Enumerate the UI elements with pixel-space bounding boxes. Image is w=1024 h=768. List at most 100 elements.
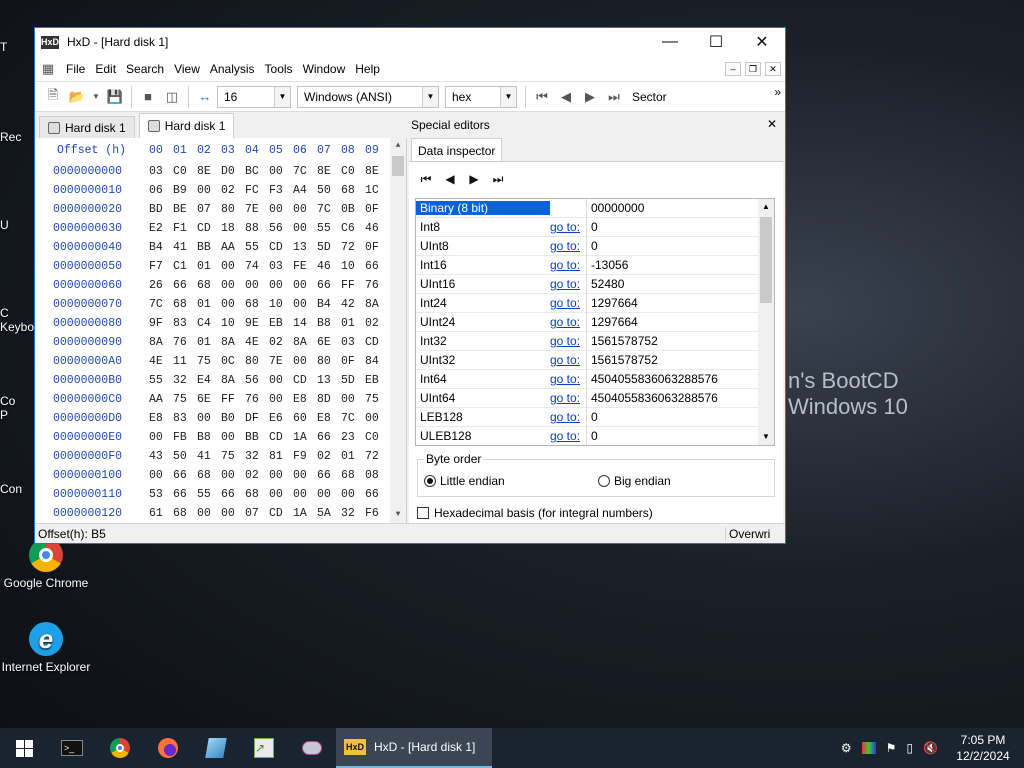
save-icon[interactable]: 💾 (105, 87, 125, 107)
hex-byte[interactable]: EB (269, 317, 293, 330)
inspector-value[interactable]: 1561578752 (586, 350, 774, 370)
hex-byte[interactable]: 55 (149, 374, 173, 387)
hex-byte[interactable]: A4 (293, 184, 317, 197)
previous-sector-icon[interactable]: ◀ (556, 87, 576, 107)
hex-byte[interactable]: B0 (221, 412, 245, 425)
inspector-row[interactable]: Int64 go to: 4504055836063288576 (416, 369, 774, 389)
hex-byte[interactable]: B8 (197, 431, 221, 444)
hex-byte[interactable]: 74 (245, 260, 269, 273)
hex-byte[interactable]: 1A (293, 507, 317, 520)
inspector-value[interactable]: 1297664 (586, 293, 774, 313)
hex-byte[interactable]: E6 (269, 412, 293, 425)
hex-byte[interactable]: 02 (269, 336, 293, 349)
hex-byte[interactable]: 76 (173, 336, 197, 349)
hex-vertical-scrollbar[interactable]: ▲ ▼ (390, 138, 406, 523)
little-endian-radio[interactable]: Little endian (424, 474, 505, 488)
goto-link[interactable]: go to: (550, 296, 586, 310)
scroll-thumb[interactable] (392, 156, 404, 176)
chevron-down-icon[interactable]: ▼ (500, 86, 516, 107)
tab-hard-disk-1-active[interactable]: Hard disk 1 (138, 113, 235, 138)
hex-byte[interactable]: 7E (245, 203, 269, 216)
hex-byte[interactable]: FB (173, 431, 197, 444)
goto-link[interactable]: go to: (550, 277, 586, 291)
hex-byte[interactable]: 00 (269, 469, 293, 482)
hex-byte[interactable]: 01 (197, 298, 221, 311)
toolbar-overflow-button[interactable]: » (774, 85, 781, 99)
mdi-restore-button[interactable]: ❐ (745, 61, 761, 76)
hex-byte[interactable]: 07 (197, 203, 221, 216)
hex-row[interactable]: 0000000000 03 C0 8E D0 BC 00 7C 8E C0 8E (35, 162, 406, 181)
hex-row[interactable]: 00000000B0 55 32 E4 8A 56 00 CD 13 5D EB (35, 371, 406, 390)
big-endian-radio[interactable]: Big endian (598, 474, 671, 488)
hex-byte[interactable]: 00 (269, 488, 293, 501)
hex-byte[interactable]: 61 (149, 507, 173, 520)
hex-basis-checkbox[interactable]: Hexadecimal basis (for integral numbers) (417, 506, 653, 520)
hex-byte[interactable]: C6 (341, 222, 365, 235)
hex-byte[interactable]: 46 (317, 260, 341, 273)
scroll-up-icon[interactable]: ▲ (758, 199, 774, 215)
hex-byte[interactable]: 75 (197, 355, 221, 368)
desktop-icon-chrome[interactable]: Google Chrome (0, 538, 92, 590)
hex-byte[interactable]: 76 (365, 279, 389, 292)
new-file-icon[interactable]: 🗎 (43, 87, 63, 107)
scroll-thumb[interactable] (760, 217, 772, 303)
maximize-button[interactable]: ☐ (693, 28, 739, 56)
taskbar-firefox[interactable] (144, 728, 192, 768)
hex-byte[interactable]: 42 (341, 298, 365, 311)
document-menu-icon[interactable]: ▦ (37, 59, 59, 79)
hex-byte[interactable]: 00 (293, 203, 317, 216)
inspector-value[interactable]: 0 (586, 236, 774, 256)
hex-byte[interactable]: 00 (293, 488, 317, 501)
hex-byte[interactable]: F3 (269, 184, 293, 197)
hex-byte[interactable]: 1C (365, 184, 389, 197)
hex-row[interactable]: 00000000F0 43 50 41 75 32 81 F9 02 01 72 (35, 447, 406, 466)
tab-hard-disk-1[interactable]: Hard disk 1 (39, 116, 135, 138)
hex-byte[interactable]: 00 (293, 279, 317, 292)
hex-byte[interactable]: 01 (341, 450, 365, 463)
hex-byte[interactable]: C4 (197, 317, 221, 330)
hex-byte[interactable]: 83 (173, 412, 197, 425)
hex-byte[interactable]: 00 (293, 222, 317, 235)
flag-tray-icon[interactable]: ⚑ (886, 741, 897, 755)
menu-analysis[interactable]: Analysis (205, 62, 260, 76)
hex-byte[interactable]: B9 (173, 184, 197, 197)
hex-byte[interactable]: 32 (341, 507, 365, 520)
inspector-row[interactable]: Int32 go to: 1561578752 (416, 331, 774, 351)
minimize-button[interactable]: — (647, 28, 693, 56)
hex-byte[interactable]: 26 (149, 279, 173, 292)
goto-link[interactable]: go to: (550, 353, 586, 367)
hex-byte[interactable]: B8 (317, 317, 341, 330)
hex-byte[interactable]: 01 (197, 336, 221, 349)
close-document-icon[interactable]: ■ (138, 87, 158, 107)
hex-byte[interactable]: 8E (317, 165, 341, 178)
inspector-scrollbar[interactable]: ▲ ▼ (758, 199, 774, 445)
hex-byte[interactable]: 66 (173, 488, 197, 501)
hex-byte[interactable]: CD (269, 507, 293, 520)
hex-byte[interactable]: 9E (245, 317, 269, 330)
hex-byte[interactable]: 00 (221, 469, 245, 482)
hex-byte[interactable]: 8A (149, 336, 173, 349)
menu-edit[interactable]: Edit (90, 62, 121, 76)
hex-byte[interactable]: D0 (221, 165, 245, 178)
hex-byte[interactable]: 5D (317, 241, 341, 254)
mdi-close-button[interactable]: ✕ (765, 61, 781, 76)
hex-byte[interactable]: 60 (293, 412, 317, 425)
hex-byte[interactable]: 8A (221, 336, 245, 349)
open-disk-icon[interactable]: ◫ (162, 87, 182, 107)
start-button[interactable] (0, 728, 48, 768)
last-byte-icon[interactable]: ⏭ (491, 172, 505, 187)
hex-byte[interactable]: 00 (221, 279, 245, 292)
menu-window[interactable]: Window (298, 62, 351, 76)
hex-byte[interactable]: BE (173, 203, 197, 216)
hex-byte[interactable]: 50 (317, 184, 341, 197)
hex-byte[interactable]: 10 (269, 298, 293, 311)
hex-byte[interactable]: 68 (173, 298, 197, 311)
hex-byte[interactable]: 4E (245, 336, 269, 349)
hex-byte[interactable]: E4 (197, 374, 221, 387)
hex-byte[interactable]: B4 (149, 241, 173, 254)
hex-byte[interactable]: 00 (221, 431, 245, 444)
hex-byte[interactable]: 84 (365, 355, 389, 368)
offset-base-select[interactable]: hex ▼ (445, 85, 517, 108)
hex-byte[interactable]: F1 (173, 222, 197, 235)
open-folder-icon[interactable]: 📂 (67, 87, 87, 107)
